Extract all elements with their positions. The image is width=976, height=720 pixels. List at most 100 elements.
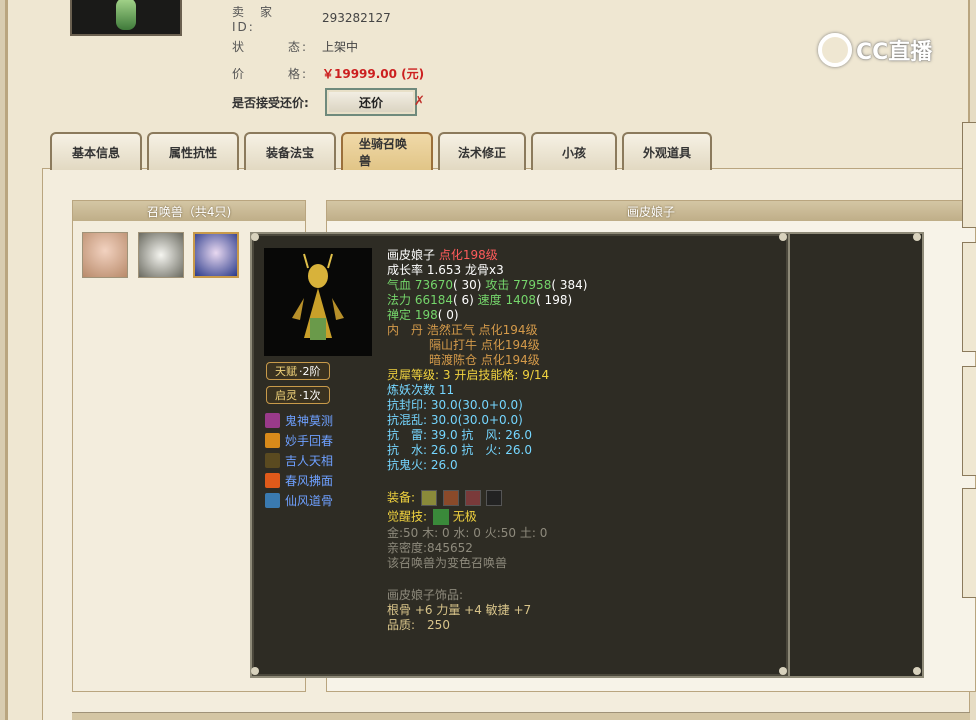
- close-icon: ✗: [414, 94, 425, 109]
- summon-portrait-icon: [292, 253, 344, 340]
- skill-name: 春风拂面: [285, 473, 334, 488]
- equip-label: 装备:: [387, 490, 416, 505]
- tooltip-name-tag: 点化198级: [438, 248, 498, 262]
- tooltip-equip-line: 装备:: [387, 490, 503, 506]
- side-tab-3[interactable]: [962, 366, 976, 476]
- tab-child[interactable]: 小孩: [531, 132, 617, 170]
- qiling-value: ·1次: [299, 389, 321, 402]
- qiling-label: 启灵: [275, 389, 297, 402]
- skill-item: 鬼神莫测: [265, 411, 333, 429]
- resist-water: 抗 水: 26.0: [387, 443, 458, 457]
- tooltip-ornament-title: 画皮娘子饰品:: [387, 588, 464, 602]
- hp-label: 气血: [387, 278, 412, 292]
- atk-extra: ( 384): [551, 278, 588, 292]
- status-row: 状 态: 上架中: [232, 36, 358, 56]
- price-row: 价 格: ￥19999.00 (元): [232, 63, 424, 83]
- spirit-label: 禅定: [387, 308, 412, 322]
- summon-portrait: [264, 248, 372, 356]
- tab-spell-mods[interactable]: 法术修正: [438, 132, 526, 170]
- seller-id-value: 293282127: [322, 11, 391, 25]
- equip-armor-icon[interactable]: [442, 490, 459, 506]
- talent-value: ·2阶: [299, 365, 321, 378]
- atk-value: 77958: [513, 278, 552, 292]
- skill-item: 吉人天相: [265, 451, 333, 469]
- tooltip-mp-spd: 法力 66184( 6) 速度 1408( 198): [387, 293, 572, 308]
- resist-thunder: 抗 雷: 39.0: [387, 428, 458, 442]
- thumbnail-glow-icon: [116, 0, 136, 30]
- neidan-item: 隔山打牛 点化194级: [429, 338, 540, 352]
- skill-name: 仙风道骨: [285, 493, 334, 508]
- summon-list-title: 召唤兽（共4只): [73, 201, 305, 221]
- tab-mounts-summons[interactable]: 坐骑召唤兽: [341, 132, 433, 170]
- tooltip-resist-ghost: 抗鬼火: 26.0: [387, 458, 458, 472]
- tab-appearance[interactable]: 外观道具: [622, 132, 712, 170]
- skill-item: 妙手回春: [265, 431, 333, 449]
- tab-attributes[interactable]: 属性抗性: [147, 132, 239, 170]
- tooltip-spirit: 禅定 198( 0): [387, 308, 459, 323]
- tooltip-corner: [779, 233, 787, 241]
- status-label: 状 态:: [232, 39, 309, 54]
- tooltip-corner: [913, 667, 921, 675]
- tooltip-quality: 品质: 250: [387, 618, 450, 632]
- tab-basic-info[interactable]: 基本信息: [50, 132, 142, 170]
- tooltip-resist-seal: 抗封印: 30.0(30.0+0.0): [387, 398, 523, 412]
- tooltip-corner: [913, 233, 921, 241]
- watermark-logo: CC直播: [818, 30, 932, 70]
- summon-thumb-1[interactable]: [82, 232, 128, 278]
- watermark-text: CC直播: [856, 40, 933, 65]
- skill-name: 吉人天相: [285, 453, 334, 468]
- summon-thumb-2[interactable]: [138, 232, 184, 278]
- price-value: ￥19999.00 (元): [322, 66, 425, 81]
- tooltip-intimacy: 亲密度:845652: [387, 541, 473, 555]
- tooltip-corner: [251, 667, 259, 675]
- bargain-button[interactable]: 还价: [325, 88, 417, 116]
- tooltip-corner: [251, 233, 259, 241]
- tab-bar: 基本信息 属性抗性 装备法宝 坐骑召唤兽 法术修正 小孩 外观道具: [50, 132, 717, 170]
- talent-label: 天赋: [275, 365, 297, 378]
- skill-name: 妙手回春: [285, 433, 334, 448]
- side-tab-1[interactable]: [962, 122, 976, 228]
- tooltip-lingxi: 灵犀等级: 3 开启技能格: 9/14: [387, 368, 549, 383]
- equip-amulet-icon[interactable]: [486, 490, 503, 506]
- summon-thumb-3[interactable]: [193, 232, 239, 278]
- tooltip-neidan-1: 内 丹 浩然正气 点化194级: [387, 323, 538, 338]
- lingxi-value: 3: [442, 368, 451, 382]
- seller-id-label: 卖 家 ID:: [232, 4, 303, 34]
- spd-value: 1408: [505, 293, 537, 307]
- status-value: 上架中: [322, 39, 359, 54]
- tooltip-corner: [779, 667, 787, 675]
- mp-extra: ( 6): [453, 293, 474, 307]
- awaken-skill-icon: [432, 509, 449, 525]
- ghost-skill-icon: [265, 412, 280, 428]
- tooltip-resist-thunder-wind: 抗 雷: 39.0 抗 风: 26.0: [387, 428, 532, 443]
- side-tab-4[interactable]: [962, 488, 976, 598]
- tooltip-hp-atk: 气血 73670( 30) 攻击 77958( 384): [387, 278, 587, 293]
- equip-ring-icon[interactable]: [420, 490, 437, 506]
- immortal-skill-icon: [265, 492, 280, 508]
- tab-equipment[interactable]: 装备法宝: [244, 132, 336, 170]
- neidan-item: 暗渡陈仓 点化194级: [429, 353, 540, 367]
- seller-id-row: 卖 家 ID: 293282127: [232, 5, 391, 34]
- side-tab-2[interactable]: [962, 242, 976, 352]
- tooltip-elements: 金:50 木: 0 水: 0 火:50 土: 0: [387, 526, 548, 540]
- lingxi-skill-value: 9/14: [522, 368, 550, 382]
- spd-label: 速度: [477, 293, 502, 307]
- tooltip-summon-name: 画皮娘子: [387, 248, 436, 262]
- item-thumbnail: [70, 0, 182, 36]
- skill-name: 鬼神莫测: [285, 413, 334, 428]
- spirit-value: 198: [414, 308, 438, 322]
- mp-label: 法力: [387, 293, 412, 307]
- tooltip-resist-water-fire: 抗 水: 26.0 抗 火: 26.0: [387, 443, 532, 458]
- lucky-skill-icon: [265, 452, 280, 468]
- lingxi-label: 灵犀等级:: [387, 368, 440, 382]
- tooltip-growth: 成长率 1.653 龙骨x3: [387, 263, 504, 277]
- hp-extra: ( 30): [453, 278, 482, 292]
- tooltip-awaken-line: 觉醒技: 无极: [387, 509, 477, 525]
- awaken-label: 觉醒技:: [387, 509, 428, 524]
- lingxi-skill-label: 开启技能格:: [454, 368, 519, 382]
- talent-badge: 天赋 ·2阶: [266, 362, 330, 380]
- spd-extra: ( 198): [536, 293, 573, 307]
- price-label: 价 格:: [232, 66, 309, 81]
- qiling-badge: 启灵 ·1次: [266, 386, 330, 404]
- equip-collar-icon[interactable]: [464, 490, 481, 506]
